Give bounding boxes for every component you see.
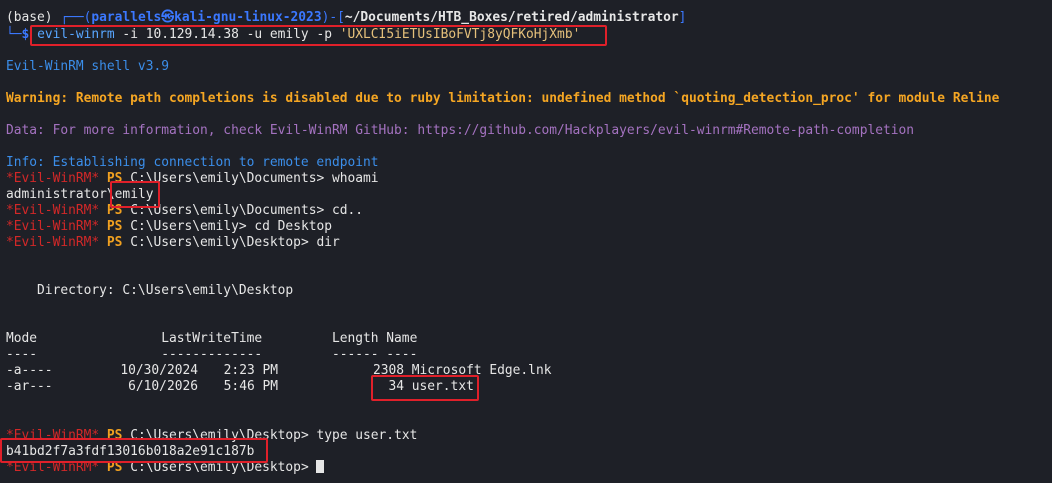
current-path: ~/Documents/HTB_Boxes/retired/administra… [344, 10, 679, 25]
ps-command: cd.. [324, 203, 364, 218]
row-date: 6/10/2026 [128, 379, 198, 394]
ps-command: cd Desktop [246, 219, 332, 234]
ps-label: PS [106, 203, 123, 218]
warning-line: Warning: Remote path completions is disa… [6, 91, 1000, 106]
table-header: Mode LastWriteTime Length Name [6, 331, 418, 346]
evil-winrm-tag: *Evil-WinRM* [6, 171, 100, 186]
directory-heading: Directory: C:\Users\emily\Desktop [6, 283, 294, 298]
ps-path: C:\Users\emily\Documents> [130, 203, 325, 218]
whoami-output: administrator\emily [6, 187, 153, 203]
user-host: parallels㉿kali-gnu-linux-2023 [91, 10, 322, 25]
evil-winrm-tag: *Evil-WinRM* [6, 460, 100, 475]
ps-prompt-type: *Evil-WinRM* PS C:\Users\emily\Desktop> … [6, 428, 417, 444]
ps-label: PS [106, 171, 123, 186]
table-rule: ---- ------------- ------ ---- [6, 347, 418, 362]
terminal-window[interactable]: (base) ┌──(parallels㉿kali-gnu-linux-2023… [0, 0, 1052, 483]
ps-prompt-whoami: *Evil-WinRM* PS C:\Users\emily\Documents… [6, 171, 379, 187]
ps-prompt-cd-desktop: *Evil-WinRM* PS C:\Users\emily> cd Deskt… [6, 219, 332, 235]
row-mode: -a---- [6, 363, 53, 378]
row-mode: -ar--- [6, 379, 53, 394]
command-line: └─$ evil-winrm -i 10.129.14.38 -u emily … [6, 27, 581, 42]
row-length: 2308 [372, 363, 404, 378]
ps-prompt-cd-up: *Evil-WinRM* PS C:\Users\emily\Documents… [6, 203, 363, 219]
row-date: 10/30/2024 [120, 363, 198, 378]
evil-winrm-tag: *Evil-WinRM* [6, 428, 100, 443]
ps-label: PS [106, 460, 123, 475]
row-name: Microsoft Edge.lnk [411, 363, 552, 378]
ps-prompt-dir: *Evil-WinRM* PS C:\Users\emily\Desktop> … [6, 235, 340, 251]
ps-label: PS [106, 428, 123, 443]
evil-winrm-tag: *Evil-WinRM* [6, 203, 100, 218]
dollar-prompt: $ [21, 27, 30, 42]
table-row: -ar--- 6/10/2026 5:46 PM 34 user.txt [6, 379, 474, 395]
version-line: Evil-WinRM shell v3.9 [6, 59, 169, 74]
ps-label: PS [106, 235, 123, 250]
command-tool: evil-winrm [37, 27, 115, 42]
text-cursor [316, 460, 325, 473]
ps-path: C:\Users\emily\Documents> [130, 171, 325, 186]
conda-env: (base) [6, 10, 53, 25]
data-line: Data: For more information, check Evil-W… [6, 123, 915, 138]
whoami-domain: administrator [6, 187, 107, 202]
ps-path: C:\Users\emily\Desktop> [130, 235, 309, 250]
row-time: 5:46 PM [223, 379, 278, 394]
evil-winrm-tag: *Evil-WinRM* [6, 219, 100, 234]
ps-command: type user.txt [308, 428, 418, 443]
table-row: -a---- 10/30/2024 2:23 PM 2308 Microsoft Ed… [6, 363, 551, 379]
ps-command: dir [308, 235, 340, 250]
evil-winrm-tag: *Evil-WinRM* [6, 235, 100, 250]
ps-path: C:\Users\emily> [130, 219, 247, 234]
shell-prompt-line: (base) ┌──(parallels㉿kali-gnu-linux-2023… [6, 10, 687, 25]
ps-command: whoami [324, 171, 379, 186]
flag-output: b41bd2f7a3fdf13016b018a2e91c187b [6, 444, 255, 459]
ps-path: C:\Users\emily\Desktop> [130, 428, 309, 443]
command-args: -i 10.129.14.38 -u emily -p [114, 27, 340, 42]
row-time: 2:23 PM [223, 363, 278, 378]
whoami-user: \emily [106, 187, 154, 202]
row-length: 34 [388, 379, 404, 394]
ps-prompt-current[interactable]: *Evil-WinRM* PS C:\Users\emily\Desktop> [6, 460, 325, 476]
ps-path: C:\Users\emily\Desktop> [130, 460, 309, 475]
info-line: Info: Establishing connection to remote … [6, 155, 379, 170]
ps-label: PS [106, 219, 123, 234]
row-name: user.txt [411, 379, 474, 394]
command-password: 'UXLCI5iETUsIBoFVTj8yQFKoHjXmb' [339, 27, 581, 42]
